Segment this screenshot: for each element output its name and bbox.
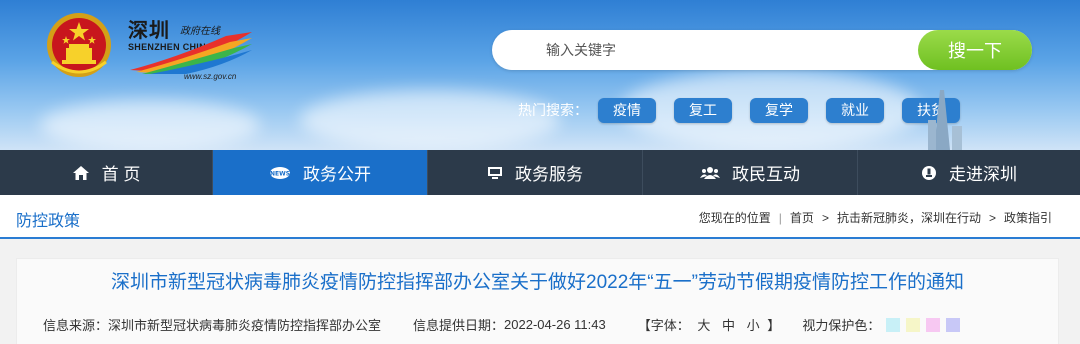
breadcrumb-item-home[interactable]: 首页	[790, 209, 814, 226]
cloud-decoration	[40, 100, 260, 150]
nav-item-label: 政务公开	[303, 165, 371, 184]
home-icon	[72, 165, 90, 181]
breadcrumb-divider: |	[778, 210, 782, 225]
site-logo[interactable]: 深圳 政府在线 SHENZHEN CHINA www.sz.gov.cn	[122, 10, 262, 82]
font-large-button[interactable]: 大	[697, 318, 710, 333]
hot-search: 热门搜索： 疫情 复工 复学 就业 扶贫	[518, 97, 978, 123]
people-icon	[700, 166, 720, 180]
date-value: 2022-04-26 11:43	[504, 317, 606, 332]
article-meta: 信息来源： 深圳市新型冠状病毒肺炎疫情防控指挥部办公室 信息提供日期： 2022…	[43, 315, 961, 334]
breadcrumb-item-zhengce[interactable]: 政策指引	[1004, 209, 1052, 226]
hot-tag-yiqing[interactable]: 疫情	[598, 97, 656, 123]
nav-item-zoujin-shenzhen[interactable]: 走进深圳	[858, 150, 1080, 195]
main-nav: 首 页 NEWS 政务公开 政务服务 政民互动 走进深圳	[0, 150, 1080, 195]
source-value: 深圳市新型冠状病毒肺炎疫情防控指挥部办公室	[108, 318, 382, 333]
nav-item-zhengwu-gongkai[interactable]: NEWS 政务公开	[213, 150, 428, 195]
monitor-icon	[487, 166, 503, 180]
date-label: 信息提供日期：	[413, 318, 505, 333]
vision-label: 视力保护色：	[802, 318, 881, 333]
breadcrumb-prefix: 您现在的位置	[698, 211, 771, 225]
color-swatch-yellow[interactable]	[906, 317, 921, 332]
font-medium-button[interactable]: 中	[722, 318, 735, 333]
location-icon	[921, 165, 937, 181]
color-swatch-blue[interactable]	[946, 317, 961, 332]
nav-item-label: 政务服务	[515, 165, 583, 184]
section-title[interactable]: 防控政策	[16, 207, 80, 231]
source-label: 信息来源：	[43, 318, 109, 333]
section-bar: 防控政策 您现在的位置 | 首页 > 抗击新冠肺炎，深圳在行动 > 政策指引	[0, 195, 1080, 239]
font-close: 】	[767, 318, 781, 333]
color-swatch-pink[interactable]	[926, 317, 941, 332]
nav-item-label: 首 页	[101, 165, 141, 184]
search-bar: 搜一下	[492, 30, 1032, 70]
chevron-right-icon: >	[988, 210, 996, 225]
font-label: 【字体：	[637, 318, 690, 333]
chevron-right-icon: >	[821, 210, 829, 225]
hot-tag-jiuye[interactable]: 就业	[826, 97, 884, 123]
nav-item-zhengmin-hudong[interactable]: 政民互动	[643, 150, 858, 195]
hot-tag-fuxue[interactable]: 复学	[750, 97, 808, 123]
hot-tag-fugong[interactable]: 复工	[674, 97, 732, 123]
search-input[interactable]	[492, 30, 912, 70]
news-icon: NEWS	[269, 166, 291, 180]
color-swatch-cyan[interactable]	[886, 317, 901, 332]
article-title: 深圳市新型冠状病毒肺炎疫情防控指挥部办公室关于做好2022年“五一”劳动节假期疫…	[111, 272, 964, 293]
article-header: 深圳市新型冠状病毒肺炎疫情防控指挥部办公室关于做好2022年“五一”劳动节假期疫…	[16, 258, 1059, 344]
breadcrumb-item-kangyi[interactable]: 抗击新冠肺炎，深圳在行动	[837, 209, 981, 226]
font-size-control: 【字体： 大 中 小 】	[638, 315, 781, 334]
nav-item-home[interactable]: 首 页	[0, 150, 213, 195]
skyline-decoration	[928, 90, 962, 150]
national-emblem-icon	[47, 13, 111, 77]
nav-item-label: 走进深圳	[949, 165, 1017, 184]
breadcrumb: 您现在的位置 | 首页 > 抗击新冠肺炎，深圳在行动 > 政策指引	[699, 209, 1052, 226]
search-button[interactable]: 搜一下	[918, 30, 1032, 70]
svg-text:NEWS: NEWS	[270, 170, 290, 177]
ribbon-logo-icon	[130, 32, 252, 74]
site-header: 深圳 政府在线 SHENZHEN CHINA www.sz.gov.cn 搜一下…	[0, 0, 1080, 150]
nav-item-label: 政民互动	[732, 165, 800, 184]
hot-search-label: 热门搜索：	[518, 102, 588, 118]
nav-item-zhengwu-fuwu[interactable]: 政务服务	[428, 150, 643, 195]
font-small-button[interactable]: 小	[747, 318, 760, 333]
logo-url: www.sz.gov.cn	[184, 72, 237, 81]
